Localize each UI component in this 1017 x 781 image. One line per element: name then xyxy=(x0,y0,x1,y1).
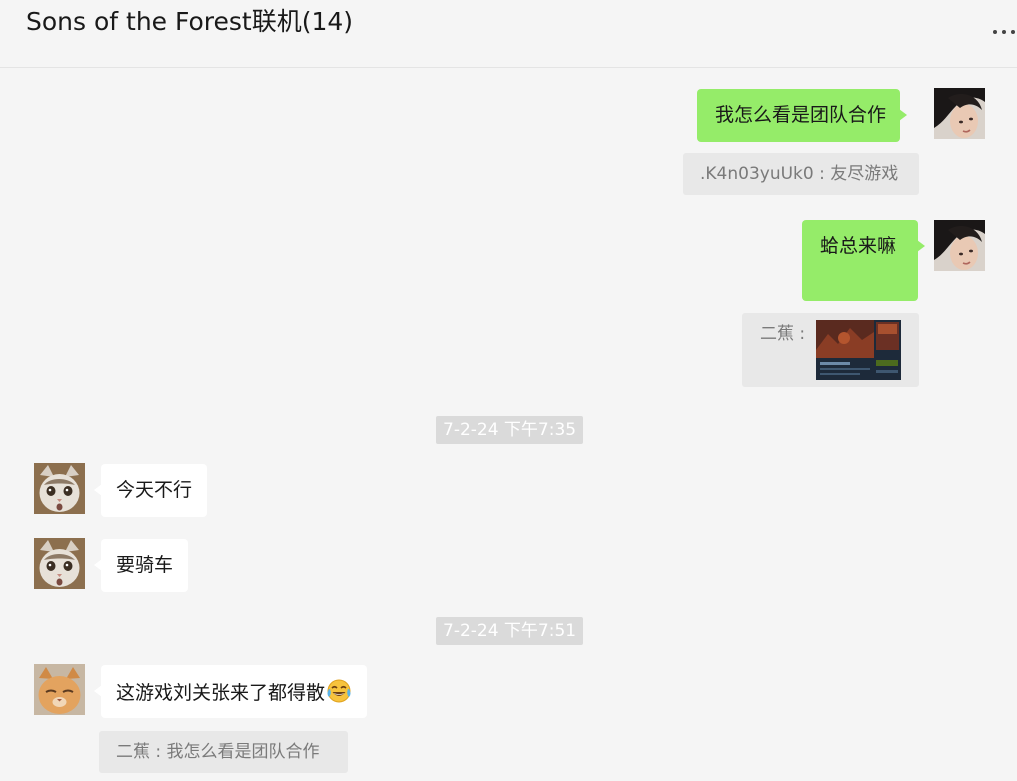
timestamp: 7-2-24 下午7:35 xyxy=(436,416,584,444)
message-bubble-other[interactable]: 这游戏刘关张来了都得散 xyxy=(93,665,368,718)
avatar-self[interactable] xyxy=(934,220,985,271)
chat-title: Sons of the Forest联机(14) xyxy=(26,7,354,36)
message-bubble-other[interactable]: 今天不行 xyxy=(93,464,208,517)
avatar-other[interactable] xyxy=(34,463,85,514)
quoted-image-message[interactable]: 二蕉 : xyxy=(742,313,919,387)
quoted-text: 二蕉 : 我怎么看是团队合作 xyxy=(116,742,320,762)
quoted-text: .K4n03yuUk0 : 友尽游戏 xyxy=(700,164,899,184)
message-bubble-other[interactable]: 要骑车 xyxy=(93,539,189,592)
message-bubble-self[interactable]: 蛤总来嘛 xyxy=(802,220,925,301)
message-text: 蛤总来嘛 xyxy=(820,235,897,257)
chat-header: Sons of the Forest联机(14) xyxy=(0,0,1017,68)
message-text: 要骑车 xyxy=(116,554,174,576)
message-text: 今天不行 xyxy=(116,479,193,501)
tears-of-joy-emoji-icon xyxy=(327,679,351,703)
more-icon[interactable] xyxy=(993,30,1015,36)
avatar-other[interactable] xyxy=(34,664,85,715)
game-screenshot-thumbnail xyxy=(816,320,901,380)
timestamp: 7-2-24 下午7:51 xyxy=(436,617,584,645)
message-bubble-self[interactable]: 我怎么看是团队合作 xyxy=(697,89,908,142)
cat-avatar-icon xyxy=(34,538,85,589)
person-avatar-icon xyxy=(934,220,985,271)
person-avatar-icon xyxy=(934,88,985,139)
quoted-label: 二蕉 : xyxy=(760,324,806,344)
cat-avatar-icon xyxy=(34,463,85,514)
message-text: 这游戏刘关张来了都得散 xyxy=(116,682,326,704)
avatar-other[interactable] xyxy=(34,538,85,589)
quoted-message[interactable]: 二蕉 : 我怎么看是团队合作 xyxy=(99,731,348,773)
message-text: 我怎么看是团队合作 xyxy=(715,104,887,126)
orange-cat-avatar-icon xyxy=(34,664,85,715)
avatar-self[interactable] xyxy=(934,88,985,139)
quoted-message[interactable]: .K4n03yuUk0 : 友尽游戏 xyxy=(683,153,919,195)
